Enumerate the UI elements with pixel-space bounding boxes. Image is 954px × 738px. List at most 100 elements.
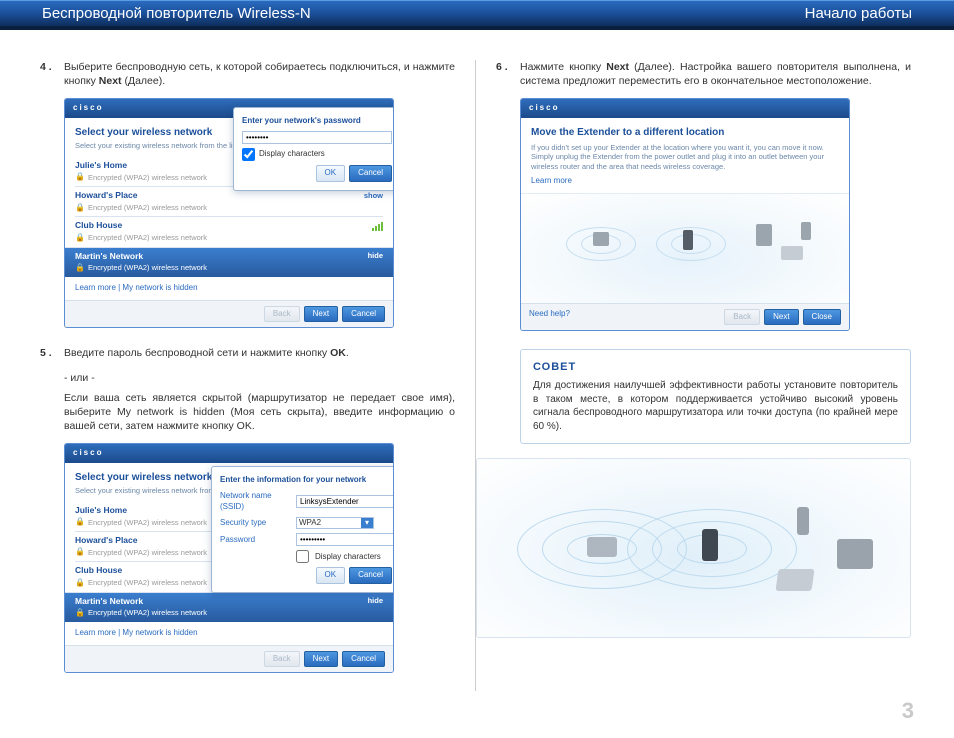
setup-dialog: cisco Move the Extender to a different l… [520, 98, 850, 331]
laptop-icon [775, 569, 814, 591]
dialog-button-bar: Need help? Back Next Close [521, 303, 849, 331]
network-item[interactable]: Club House 🔒Encrypted (WPA2) wireless ne… [75, 216, 383, 246]
network-security: Encrypted (WPA2) wireless network [88, 233, 207, 243]
display-chars-label: Display characters [259, 149, 325, 160]
network-name: Club House [75, 220, 122, 231]
setup-dialog: cisco Select your wireless network Selec… [64, 98, 394, 328]
toggle-show[interactable]: show [364, 191, 383, 201]
header-title-left: Беспроводной повторитель Wireless-N [42, 5, 311, 22]
lock-icon: 🔒 [75, 547, 85, 558]
text: Нажмите кнопку [520, 61, 606, 73]
back-button[interactable]: Back [724, 309, 760, 326]
left-column: 4 . Выберите беспроводную сеть, к которо… [40, 60, 475, 691]
toggle-hide[interactable]: hide [368, 596, 383, 606]
right-column: 6 . Нажмите кнопку Next (Далее). Настрой… [476, 60, 911, 691]
next-button[interactable]: Next [764, 309, 798, 326]
cisco-logo: cisco [73, 103, 103, 112]
toggle-hide[interactable]: hide [368, 251, 383, 261]
network-name: Julie's Home [75, 160, 127, 171]
password-input[interactable] [296, 533, 394, 546]
step-5: 5 . Введите пароль беспроводной сети и н… [40, 346, 455, 360]
select-value: WPA2 [299, 518, 321, 529]
password-modal: Enter your network's password Display ch… [233, 107, 394, 191]
step-number: 6 . [496, 60, 514, 88]
network-security: Encrypted (WPA2) wireless network [88, 608, 207, 618]
network-security: Encrypted (WPA2) wireless network [88, 263, 207, 273]
laptop-icon [781, 246, 803, 260]
dialog-body-text: If you didn't set up your Extender at th… [531, 143, 839, 172]
cancel-button[interactable]: Cancel [349, 567, 392, 584]
need-help-link[interactable]: Need help? [529, 309, 570, 326]
network-name: Martin's Network [75, 596, 143, 607]
modal-title: Enter the information for your network [220, 475, 392, 486]
step5-or: - или - [64, 371, 455, 385]
extender-icon [702, 529, 718, 561]
step5-paragraph: Если ваша сеть является скрытой (маршрут… [64, 391, 455, 434]
setup-dialog: cisco Select your wireless network Selec… [64, 443, 394, 673]
step-text: Выберите беспроводную сеть, к которой со… [64, 60, 455, 88]
ok-button[interactable]: OK [316, 567, 346, 584]
password-input[interactable] [242, 131, 392, 144]
ok-button[interactable]: OK [316, 165, 346, 182]
modal-title: Enter your network's password [242, 116, 392, 127]
phone-icon [801, 222, 811, 240]
network-item-selected[interactable]: Martin's Network hide 🔒Encrypted (WPA2) w… [65, 592, 393, 622]
cancel-button[interactable]: Cancel [349, 165, 392, 182]
display-chars-checkbox[interactable] [296, 550, 309, 563]
network-info-modal: Enter the information for your network N… [211, 466, 394, 593]
network-item-selected[interactable]: Martin's Network hide 🔒Encrypted (WPA2) w… [65, 247, 393, 277]
bold-next: Next [99, 75, 122, 87]
password-label: Password [220, 535, 290, 546]
next-button[interactable]: Next [304, 306, 338, 323]
screenshot-hidden-network: cisco Select your wireless network Selec… [64, 443, 455, 673]
lock-icon: 🔒 [75, 263, 85, 274]
step-text: Нажмите кнопку Next (Далее). Настройка в… [520, 60, 911, 88]
network-security: Encrypted (WPA2) wireless network [88, 203, 207, 213]
router-icon [587, 537, 617, 557]
desktop-icon [756, 224, 772, 246]
back-button[interactable]: Back [264, 306, 300, 323]
document-header: Беспроводной повторитель Wireless-N Нача… [0, 0, 954, 30]
sectype-label: Security type [220, 518, 290, 529]
back-button[interactable]: Back [264, 651, 300, 668]
step-number: 4 . [40, 60, 58, 88]
learn-more-link[interactable]: Learn more [531, 176, 839, 187]
ssid-label: Network name (SSID) [220, 491, 290, 513]
network-security: Encrypted (WPA2) wireless network [88, 548, 207, 558]
page-body: 4 . Выберите беспроводную сеть, к которо… [0, 30, 954, 734]
placement-diagram-large [476, 458, 911, 638]
tip-body: Для достижения наилучшей эффективности р… [533, 379, 898, 433]
step-number: 5 . [40, 346, 58, 360]
network-name: Julie's Home [75, 505, 127, 516]
cisco-logo: cisco [529, 103, 559, 112]
lock-icon: 🔒 [75, 608, 85, 619]
display-chars-label: Display characters [315, 552, 381, 563]
page-number: 3 [902, 698, 914, 724]
dialog-button-bar: Back Next Cancel [65, 645, 393, 673]
close-button[interactable]: Close [803, 309, 841, 326]
lock-icon: 🔒 [75, 517, 85, 528]
signal-icon [372, 222, 383, 231]
lock-icon: 🔒 [75, 233, 85, 244]
next-button[interactable]: Next [304, 651, 338, 668]
ssid-input[interactable] [296, 495, 394, 508]
network-security: Encrypted (WPA2) wireless network [88, 173, 207, 183]
phone-icon [797, 507, 809, 535]
text: . [346, 347, 349, 359]
screenshot-move-extender: cisco Move the Extender to a different l… [520, 98, 911, 331]
dialog-links[interactable]: Learn more | My network is hidden [75, 283, 383, 294]
step-6: 6 . Нажмите кнопку Next (Далее). Настрой… [496, 60, 911, 88]
bold-ok: OK [330, 347, 346, 359]
display-chars-checkbox[interactable] [242, 148, 255, 161]
cancel-button[interactable]: Cancel [342, 651, 385, 668]
dialog-heading: Move the Extender to a different locatio… [531, 126, 839, 140]
dialog-links[interactable]: Learn more | My network is hidden [75, 628, 383, 639]
step-text: Введите пароль беспроводной сети и нажми… [64, 346, 349, 360]
text: (Далее). [122, 75, 166, 87]
cisco-logo: cisco [73, 448, 103, 457]
header-title-right: Начало работы [805, 5, 912, 22]
security-type-select[interactable]: WPA2▾ [296, 517, 374, 530]
bold-next: Next [606, 61, 629, 73]
network-name: Martin's Network [75, 251, 143, 262]
cancel-button[interactable]: Cancel [342, 306, 385, 323]
